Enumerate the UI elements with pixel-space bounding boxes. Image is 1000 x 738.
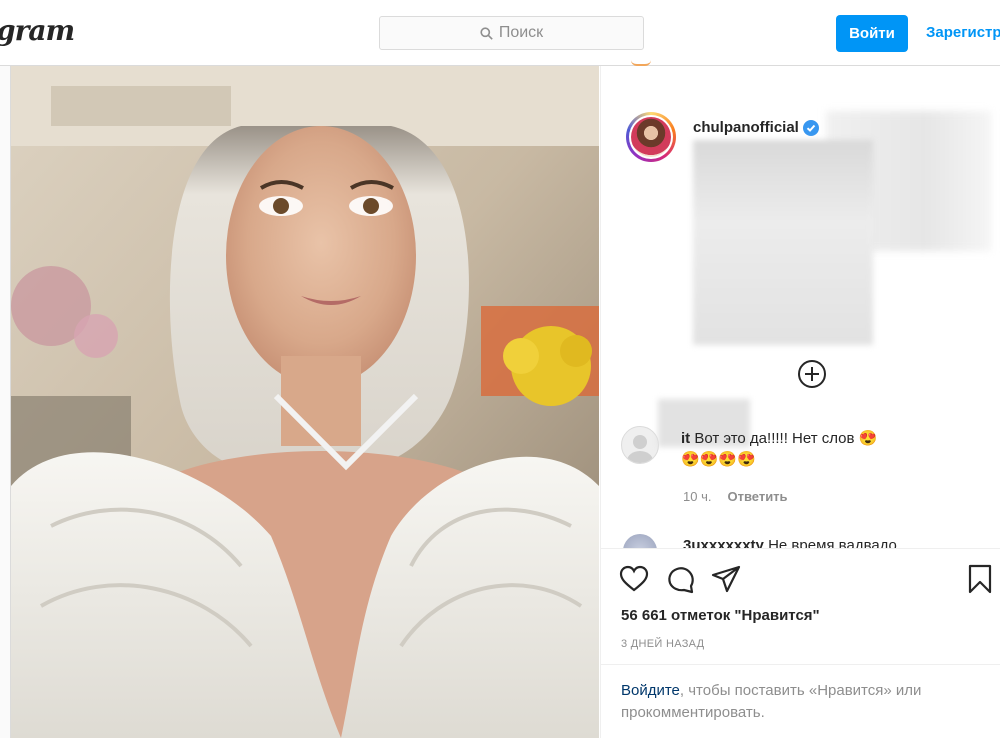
login-prompt: Войдите, чтобы поставить «Нравится» или … — [621, 680, 991, 724]
post-photo[interactable] — [11, 66, 599, 738]
instagram-logo[interactable]: gram — [0, 14, 75, 47]
divider — [601, 664, 1000, 665]
blurred-caption-text — [693, 140, 873, 345]
next-comment-partial: 3uxxxxxxty Не время вадвадо — [621, 534, 1000, 548]
login-button[interactable]: Войти — [836, 15, 908, 52]
comment-text: it Вот это да!!!!! Нет слов 😍 😍😍😍😍 — [681, 428, 981, 470]
search-icon — [480, 26, 493, 40]
comment-meta: 10 ч. Ответить — [683, 489, 788, 504]
author-username[interactable]: chulpanofficial — [693, 119, 819, 136]
comment-emojis: 😍😍😍😍 — [681, 451, 756, 468]
post-photo-image — [11, 66, 599, 738]
search-placeholder: Поиск — [498, 24, 544, 41]
post-side-panel: chulpanofficial it Вот это да!!!!! Нет с… — [600, 64, 1000, 738]
previous-avatar-edge — [631, 60, 651, 66]
comment-time[interactable]: 10 ч. — [683, 489, 711, 504]
comment-bubble-icon[interactable] — [665, 564, 695, 594]
post-timestamp[interactable]: 3 ДНЕЙ НАЗАД — [621, 638, 704, 650]
divider — [601, 548, 1000, 549]
top-navigation-bar: gram Поиск Войти Зарегистр — [0, 0, 1000, 66]
next-commenter-username[interactable]: 3uxxxxxxty — [683, 537, 764, 548]
bookmark-icon — [968, 564, 992, 594]
commenter-username[interactable]: it — [681, 430, 690, 447]
post-container: chulpanofficial it Вот это да!!!!! Нет с… — [10, 64, 1000, 738]
register-link[interactable]: Зарегистр — [926, 24, 1000, 41]
post-actions — [619, 564, 741, 594]
reply-button[interactable]: Ответить — [727, 489, 787, 504]
load-more-comments-icon[interactable] — [797, 359, 827, 389]
comment-body: Вот это да!!!!! Нет слов 😍 — [694, 430, 878, 447]
likes-count[interactable]: 56 661 отметок "Нравится" — [621, 607, 820, 624]
login-link[interactable]: Войдите — [621, 682, 680, 699]
save-bookmark-button[interactable] — [965, 564, 995, 599]
share-plane-icon[interactable] — [711, 564, 741, 594]
next-comment-body: Не время вадвадо — [768, 537, 897, 548]
like-heart-icon[interactable] — [619, 564, 649, 594]
author-username-text[interactable]: chulpanofficial — [693, 119, 799, 136]
next-commenter-avatar[interactable] — [623, 534, 657, 548]
commenter-avatar[interactable] — [621, 426, 659, 464]
verified-badge-icon — [802, 119, 819, 136]
search-input[interactable]: Поиск — [379, 16, 644, 50]
author-avatar-image — [631, 117, 671, 157]
author-avatar[interactable] — [626, 112, 676, 162]
